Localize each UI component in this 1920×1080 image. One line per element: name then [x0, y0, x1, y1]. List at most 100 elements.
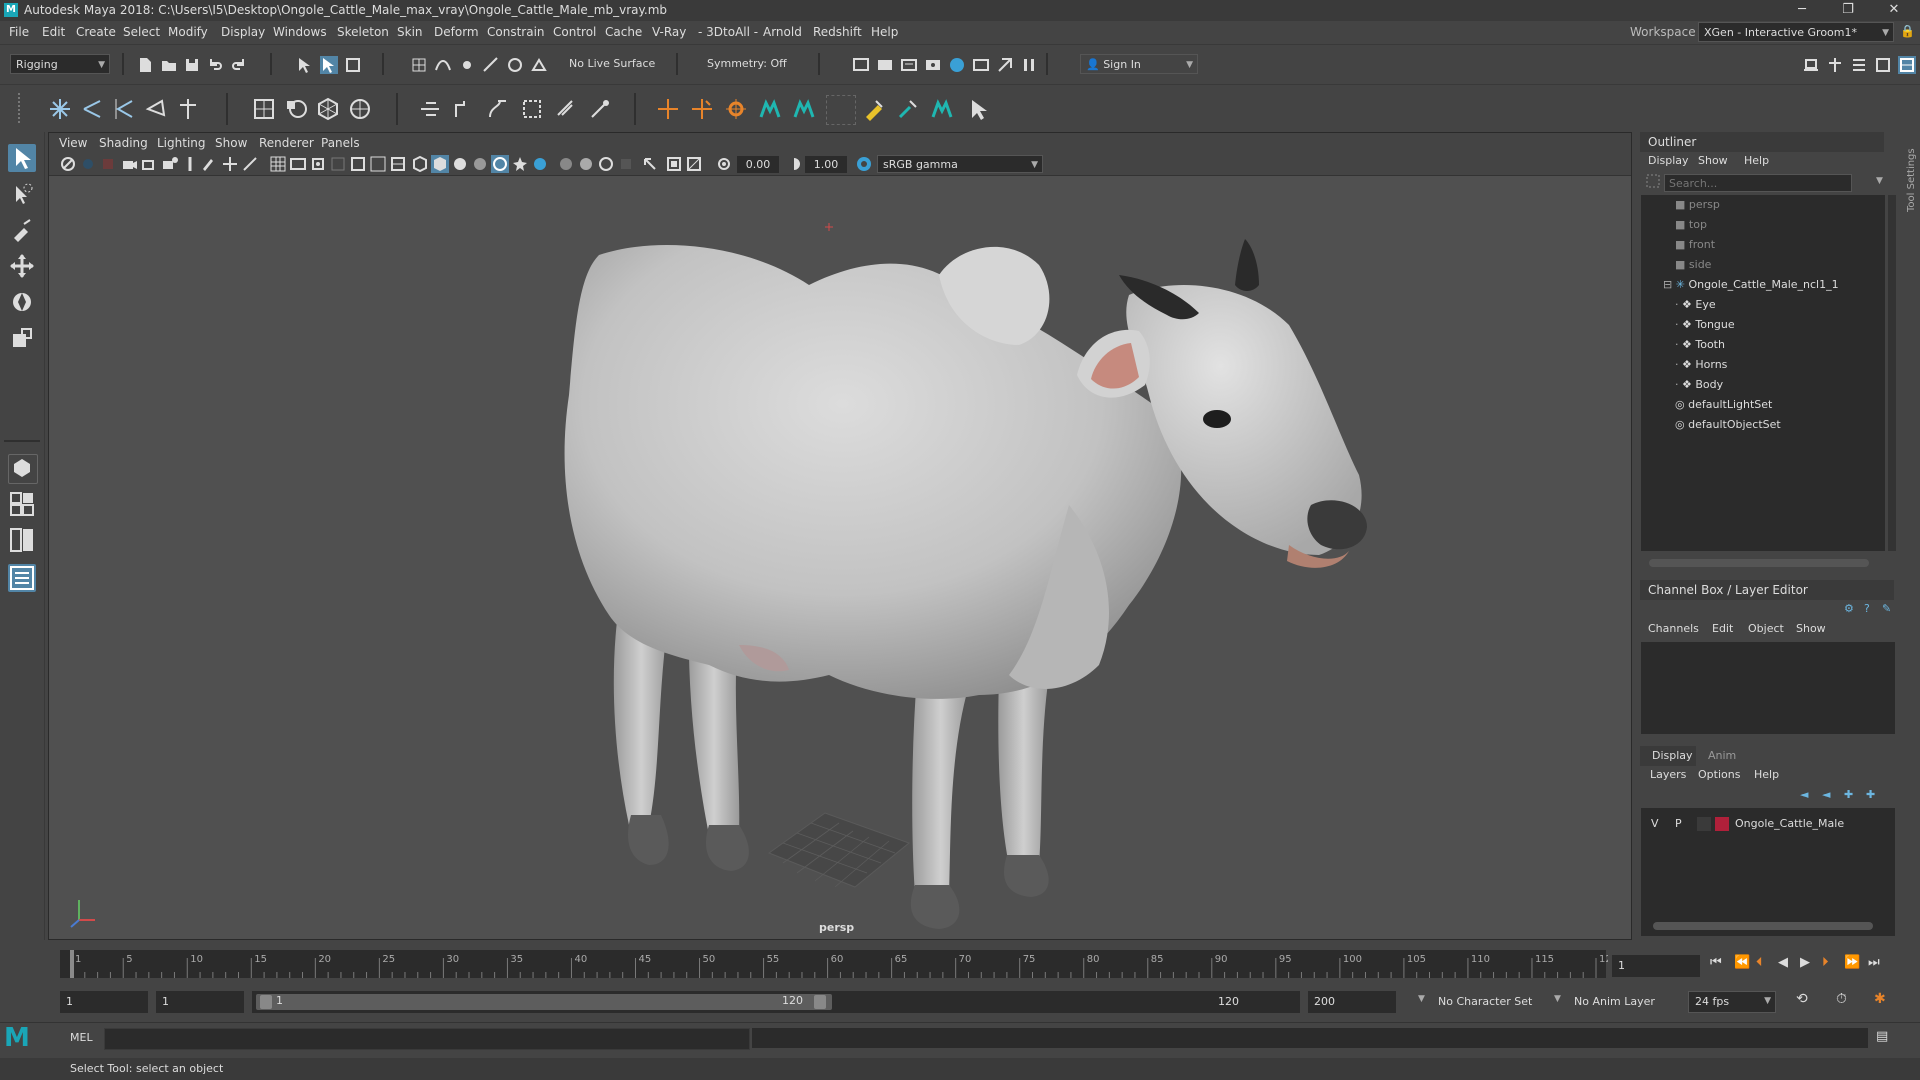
channel-box-list[interactable] — [1641, 642, 1895, 734]
outliner-item-default-object-set[interactable]: ◎ defaultObjectSet — [1675, 415, 1781, 435]
menu-display[interactable]: Display — [221, 25, 265, 39]
tool-settings-icon[interactable] — [1874, 56, 1892, 74]
channel-box-menu-edit[interactable]: Edit — [1712, 622, 1733, 635]
viewport-menu-shading[interactable]: Shading — [99, 136, 148, 150]
render-frame-icon[interactable] — [852, 56, 870, 74]
shelf-tab-handle[interactable] — [18, 93, 28, 123]
auto-key-icon[interactable]: ⏱ — [1836, 991, 1847, 1007]
use-all-lights-icon[interactable] — [471, 155, 489, 173]
animation-end-field[interactable]: 200 — [1308, 991, 1396, 1013]
range-slider-handle[interactable]: 1 120 — [256, 994, 832, 1010]
outliner-item-persp[interactable]: ■ persp — [1675, 195, 1720, 215]
range-slider[interactable]: 1 120 — [252, 991, 832, 1013]
lattice-icon[interactable] — [316, 97, 340, 121]
camera-attributes-icon[interactable] — [99, 155, 117, 173]
move-layer-up-icon[interactable]: ◄ — [1800, 788, 1808, 801]
paint-select-tool-button[interactable] — [8, 216, 36, 244]
snap-live-icon[interactable] — [530, 56, 548, 74]
menu-3dtoall[interactable]: - 3DtoAll - — [698, 25, 758, 39]
menu-redshift[interactable]: Redshift — [813, 25, 862, 39]
save-scene-icon[interactable] — [183, 56, 201, 74]
depth-of-field-icon[interactable] — [597, 155, 615, 173]
soft-mod-icon[interactable] — [588, 97, 612, 121]
snap-grid-icon[interactable] — [410, 56, 428, 74]
quick-rig-icon[interactable] — [792, 97, 816, 121]
outliner-item-tooth[interactable]: · ❖ Tooth — [1675, 335, 1725, 355]
script-editor-icon[interactable]: ▤ — [1876, 1029, 1888, 1044]
pose-editor-icon[interactable] — [966, 97, 990, 121]
menu-select[interactable]: Select — [123, 25, 160, 39]
gate-mask-icon[interactable] — [289, 155, 307, 173]
sculpt-deformer-icon[interactable] — [452, 97, 476, 121]
modeling-toolkit-icon[interactable] — [1802, 56, 1820, 74]
aim-constraint-icon[interactable] — [690, 97, 714, 121]
mirror-joint-icon[interactable] — [112, 97, 136, 121]
four-view-button[interactable] — [8, 490, 36, 518]
hypershade-icon[interactable] — [948, 56, 966, 74]
channel-box-help-icon[interactable]: ? — [1864, 602, 1870, 615]
backface-culling-icon[interactable] — [685, 155, 703, 173]
image-plane-icon[interactable] — [141, 155, 159, 173]
outliner-menu-display[interactable]: Display — [1648, 154, 1689, 167]
insert-joint-icon[interactable] — [80, 97, 104, 121]
outliner-item-eye[interactable]: · ❖ Eye — [1675, 295, 1716, 315]
maximize-button[interactable]: ❐ — [1828, 1, 1868, 19]
layer-tab-anim[interactable]: Anim — [1696, 746, 1746, 766]
scene-view[interactable] — [49, 175, 1631, 939]
cluster-icon[interactable] — [418, 97, 442, 121]
skin-tool-icon[interactable] — [930, 97, 954, 121]
orient-constraint-icon[interactable] — [724, 97, 748, 121]
menu-help[interactable]: Help — [871, 25, 898, 39]
wireframe-grid-icon[interactable] — [269, 155, 287, 173]
chevron-down-icon[interactable]: ▼ — [1418, 994, 1425, 1004]
wireframe-on-shaded-icon[interactable] — [491, 155, 509, 173]
render-sequence-icon[interactable] — [876, 56, 894, 74]
menu-modify[interactable]: Modify — [168, 25, 208, 39]
anti-aliasing-icon[interactable] — [577, 155, 595, 173]
open-scene-icon[interactable] — [160, 56, 178, 74]
point-constraint-icon[interactable] — [656, 97, 680, 121]
xray-joints-icon[interactable] — [641, 155, 659, 173]
gamma-field[interactable]: 1.00 — [805, 156, 847, 173]
pause-icon[interactable] — [1020, 56, 1038, 74]
sign-in-button[interactable]: 👤 Sign In ▼ — [1080, 54, 1198, 74]
motion-blur-icon[interactable] — [557, 155, 575, 173]
command-input[interactable] — [104, 1028, 750, 1050]
layer-menu-options[interactable]: Options — [1698, 768, 1740, 781]
create-joints-icon[interactable] — [48, 97, 72, 121]
chevron-down-icon[interactable]: ▼ — [1554, 994, 1561, 1004]
command-language-label[interactable]: MEL — [70, 1031, 93, 1044]
scale-tool-button[interactable] — [8, 324, 36, 352]
menu-vray[interactable]: V-Ray — [652, 25, 686, 39]
menu-constrain[interactable]: Constrain — [487, 25, 545, 39]
outliner-layout-button[interactable] — [8, 564, 36, 592]
xray-active-icon[interactable] — [665, 155, 683, 173]
outliner-horizontal-scrollbar[interactable] — [1649, 559, 1869, 567]
range-end-grip[interactable] — [814, 995, 826, 1009]
outliner-item-front[interactable]: ■ front — [1675, 235, 1715, 255]
character-controls-icon[interactable] — [1826, 56, 1844, 74]
new-scene-icon[interactable] — [136, 56, 154, 74]
tool-settings-side-tab[interactable]: Tool Settings — [1906, 140, 1920, 220]
character-set-dropdown[interactable]: No Character Set — [1432, 991, 1548, 1013]
new-layer-selected-icon[interactable]: ✚ — [1866, 788, 1875, 801]
paint-weights-icon[interactable] — [862, 97, 886, 121]
menu-skeleton[interactable]: Skeleton — [337, 25, 389, 39]
select-object-icon[interactable] — [320, 56, 338, 74]
ik-handle-icon[interactable] — [176, 97, 200, 121]
playback-end-field[interactable]: 120 — [1212, 991, 1300, 1013]
layer-display-type[interactable] — [1697, 817, 1711, 831]
loop-icon[interactable]: ⟲ — [1796, 991, 1808, 1007]
fps-dropdown[interactable]: 24 fps ▼ — [1688, 991, 1776, 1013]
wire-deformer-icon[interactable] — [520, 97, 544, 121]
exposure-field[interactable]: 0.00 — [737, 156, 779, 173]
paint-skin-icon[interactable] — [896, 97, 920, 121]
current-frame-field[interactable]: 1 — [1612, 955, 1700, 977]
move-layer-down-icon[interactable]: ◄ — [1822, 788, 1830, 801]
snap-point-icon[interactable] — [458, 56, 476, 74]
snap-surface-icon[interactable] — [506, 56, 524, 74]
step-forward-key-icon[interactable]: ⏩ — [1844, 955, 1860, 970]
step-back-key-icon[interactable]: ⏪ — [1734, 955, 1750, 970]
go-to-end-icon[interactable]: ⏭ — [1868, 955, 1880, 970]
outliner-menu-help[interactable]: Help — [1744, 154, 1769, 167]
